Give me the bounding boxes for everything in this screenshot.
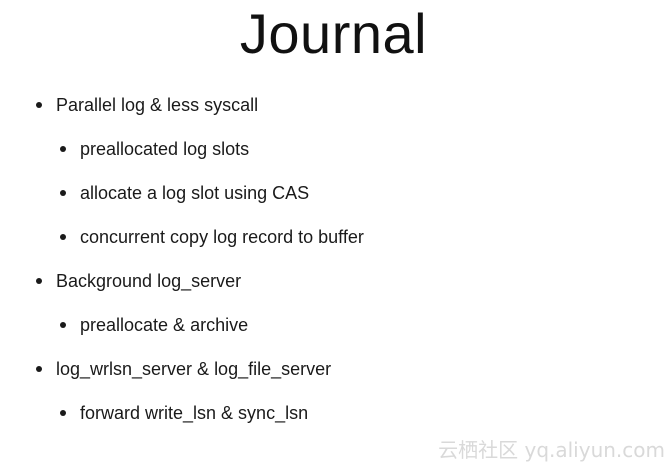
bullet-dot-icon	[36, 366, 42, 372]
bullet-dot-icon	[60, 322, 66, 328]
bullet-dot-icon	[36, 102, 42, 108]
bullet-text: Background log_server	[56, 271, 242, 291]
bullet-dot-icon	[36, 278, 42, 284]
bullet-dot-icon	[60, 146, 66, 152]
bullet-text: log_wrlsn_server & log_file_server	[56, 359, 332, 379]
bullet-text: concurrent copy log record to buffer	[80, 227, 364, 247]
watermark: 云栖社区 yq.aliyun.com	[438, 438, 665, 462]
bullet-text: preallocated log slots	[80, 139, 250, 159]
bullet-text: Parallel log & less syscall	[56, 95, 259, 115]
bullet-dot-icon	[60, 234, 66, 240]
bullet-text: allocate a log slot using CAS	[80, 183, 310, 203]
bullet-dot-icon	[60, 190, 66, 196]
bullet-list: Parallel log & less syscall preallocated…	[0, 0, 667, 467]
bullet-text: forward write_lsn & sync_lsn	[80, 403, 309, 423]
bullet-text: preallocate & archive	[80, 315, 249, 335]
bullet-dot-icon	[60, 410, 66, 416]
